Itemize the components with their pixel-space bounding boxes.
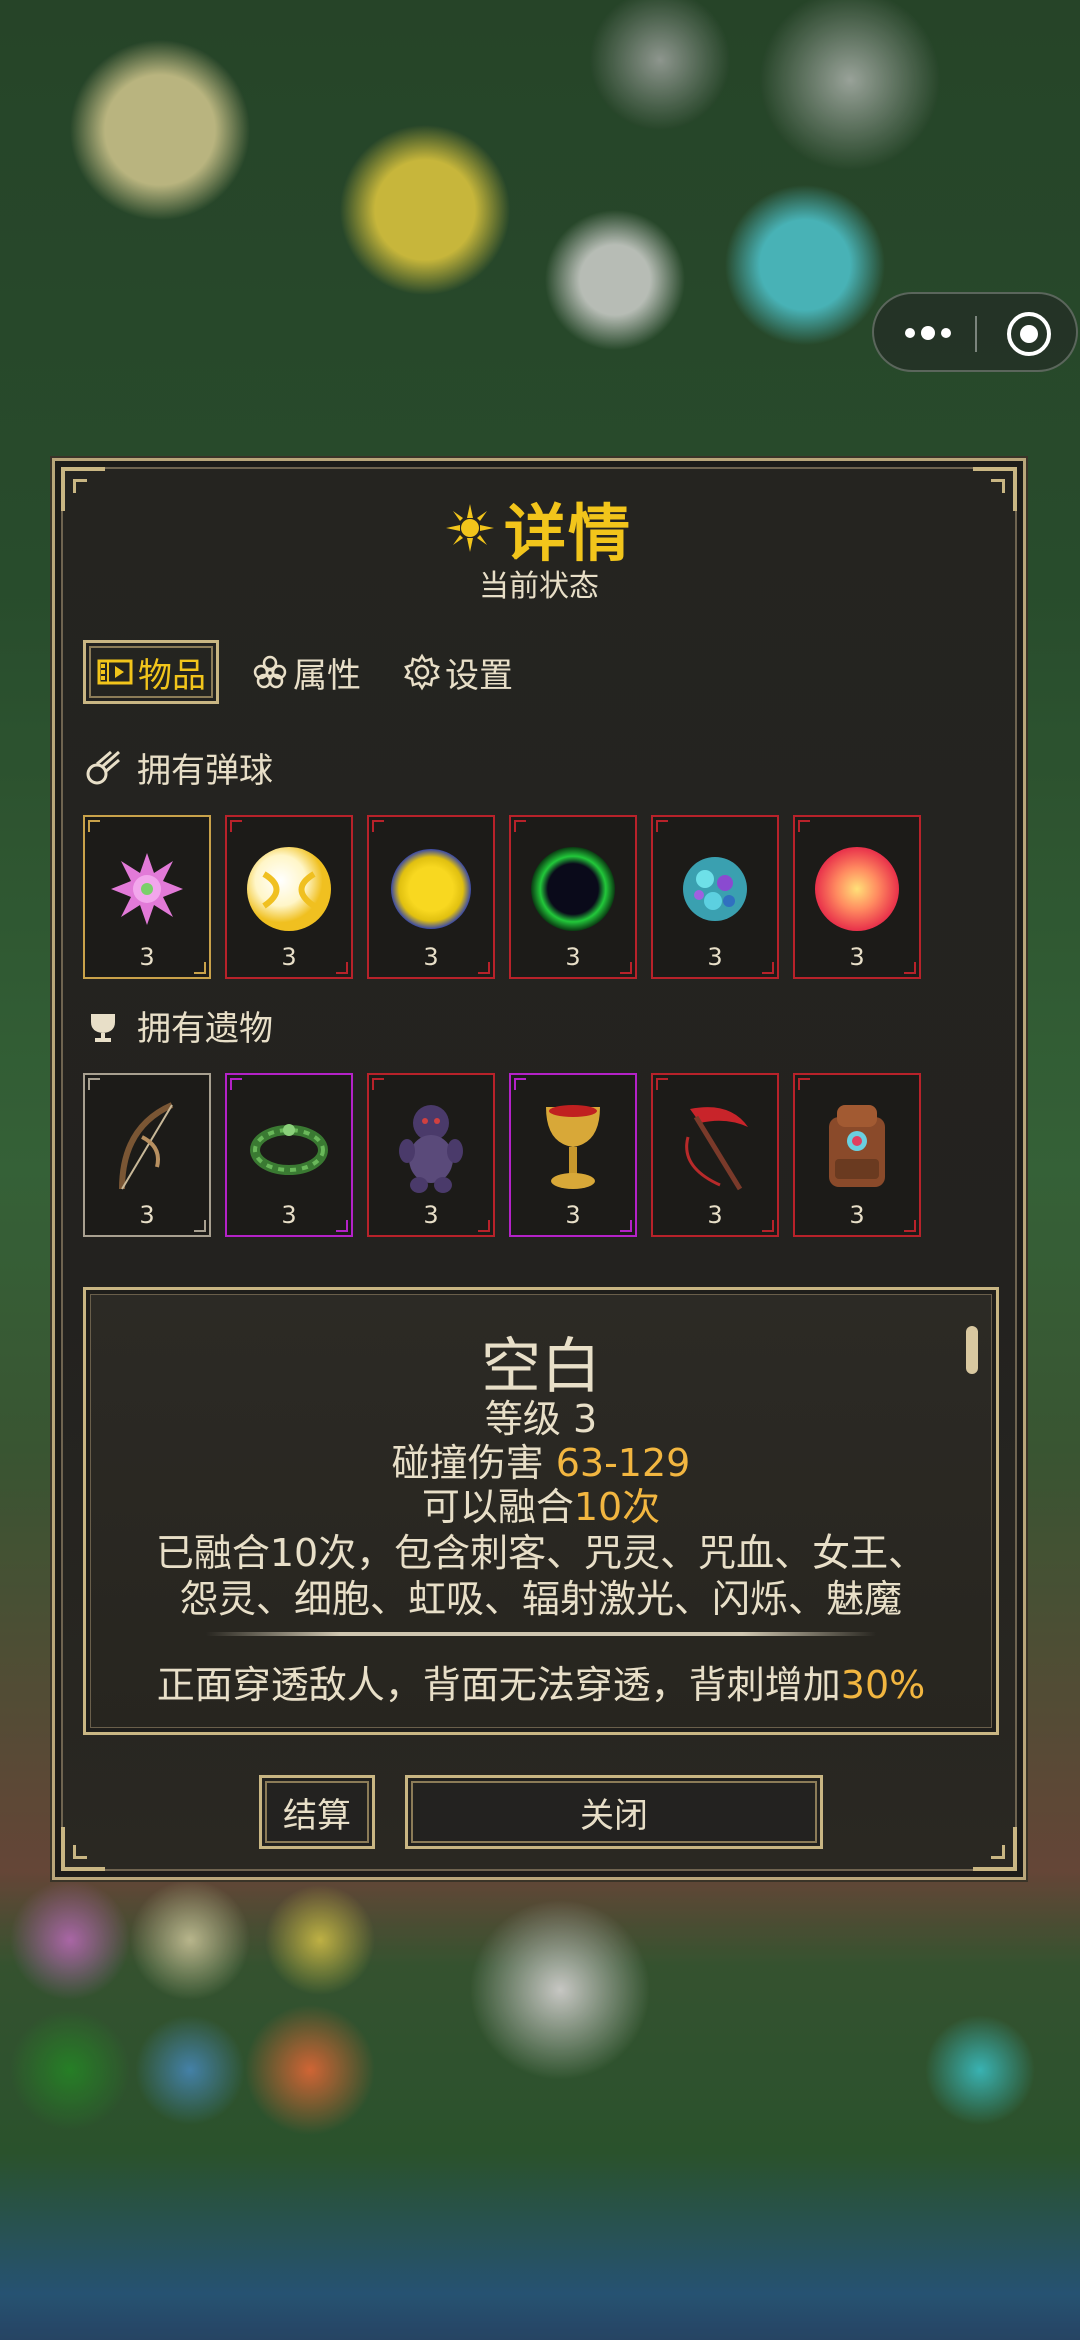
corner-ornament [973,1827,1017,1871]
backpack-relic-icon [829,1105,885,1187]
comet-icon [86,750,120,784]
film-icon [97,659,133,685]
details-panel: 详情 当前状态 物品 属性 设置 拥有弹球 3 3 3 3 3 3 拥有遗物 3… [52,458,1026,1880]
relic-slot[interactable]: 3 [225,1073,353,1237]
tab-items[interactable]: 物品 [83,640,219,704]
balls-section-heading: 拥有弹球 [83,743,273,792]
tab-bar: 物品 属性 设置 [83,637,523,707]
cyan-crystal-ball-icon [683,857,747,921]
ball-slot[interactable]: 3 [793,815,921,979]
relic-slot[interactable]: 3 [793,1073,921,1237]
fused-line-2: 怨灵、细胞、虹吸、辐射激光、闪烁、魅魔 [179,1577,902,1621]
item-count: 3 [139,943,155,971]
balls-grid: 3 3 3 3 3 3 [83,815,921,979]
mini-program-capsule [872,292,1078,372]
relic-slot[interactable]: 3 [83,1073,211,1237]
relics-section-heading: 拥有遗物 [83,1001,273,1050]
item-count: 3 [707,1201,723,1229]
relic-slot[interactable]: 3 [509,1073,637,1237]
corner-ornament [61,1827,105,1871]
ball-slot[interactable]: 3 [225,815,353,979]
effect-value: 30% [840,1663,926,1707]
item-detail-box: 空白 等级 3 碰撞伤害 63-129 可以融合10次 已融合10次，包含刺客、… [83,1287,999,1735]
settle-button[interactable]: 结算 [259,1775,375,1849]
item-count: 3 [423,943,439,971]
black-hole-ball-icon [531,847,615,931]
item-count: 3 [281,1201,297,1229]
ball-slot[interactable]: 3 [367,815,495,979]
yellow-white-ball-icon [247,847,331,931]
item-count: 3 [707,943,723,971]
thorn-wreath-relic-icon [250,1124,328,1175]
capsule-divider [975,316,977,352]
item-count: 3 [565,1201,581,1229]
tab-label: 物品 [138,655,206,696]
section-title: 拥有遗物 [137,1009,273,1049]
voodoo-doll-relic-icon [399,1105,463,1193]
tab-label: 设置 [445,655,513,696]
golden-chalice-relic-icon [546,1105,600,1189]
tab-label: 属性 [293,655,361,696]
tab-attributes[interactable]: 属性 [241,640,371,704]
tab-settings[interactable]: 设置 [393,640,523,704]
close-miniprogram-icon[interactable] [1007,312,1051,356]
red-orange-ball-icon [815,847,899,931]
item-count: 3 [423,1201,439,1229]
divider [206,1632,876,1636]
ball-slot[interactable]: 3 [83,815,211,979]
red-scythe-relic-icon [685,1107,748,1191]
gear-icon [404,653,440,691]
relic-slot[interactable]: 3 [367,1073,495,1237]
yellow-core-ball-icon [391,849,471,929]
effect-text: 正面穿透敌人，背面无法穿透，背刺增加 [156,1663,841,1707]
effect-line: 正面穿透敌人，背面无法穿透，背刺增加30% [86,1654,996,1709]
flower-icon [253,655,287,689]
ball-slot[interactable]: 3 [651,815,779,979]
title-row: 详情 [55,483,1023,573]
page-title: 详情 [503,497,632,570]
close-button[interactable]: 关闭 [405,1775,823,1849]
spiky-pink-ball-icon [111,853,183,925]
item-count: 3 [849,1201,865,1229]
item-count: 3 [565,943,581,971]
page-subtitle: 当前状态 [479,569,599,604]
more-menu-icon[interactable] [898,318,958,348]
trophy-icon [91,1013,115,1042]
ball-slot[interactable]: 3 [509,815,637,979]
sun-burst-icon [445,504,494,552]
relics-grid: 3 3 3 3 3 3 [83,1073,921,1237]
item-count: 3 [849,943,865,971]
item-count: 3 [139,1201,155,1229]
section-title: 拥有弹球 [137,751,273,791]
bow-relic-icon [119,1102,174,1190]
item-count: 3 [281,943,297,971]
relic-slot[interactable]: 3 [651,1073,779,1237]
